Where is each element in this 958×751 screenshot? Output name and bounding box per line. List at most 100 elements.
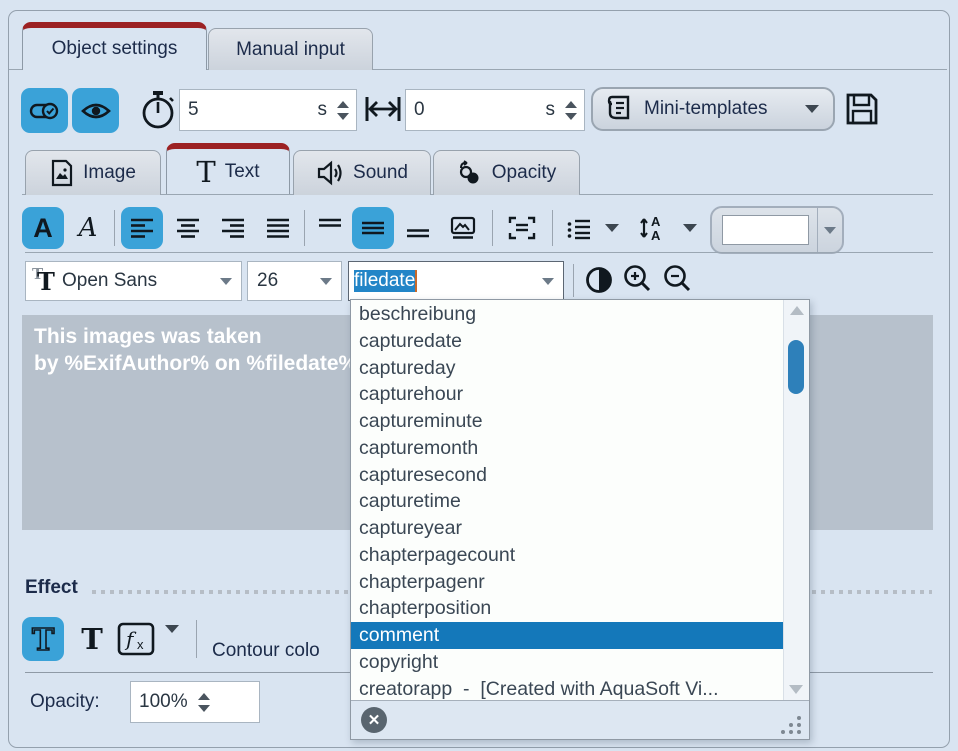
text-effect-fx-button[interactable]: f x [116,620,156,658]
valign-top-button[interactable] [310,207,350,249]
valign-bottom-button[interactable] [398,207,438,249]
font-size-combo[interactable]: 26 [247,261,342,301]
list-item[interactable]: capturehour [351,381,784,408]
bullet-list-caret-icon [605,224,619,232]
list-item[interactable]: chapterpagenr [351,569,784,596]
duration-unit: s [318,99,328,121]
tab-opacity-label: Opacity [492,162,556,184]
scroll-down-icon[interactable] [789,685,803,694]
font-family-caret-icon [220,278,232,285]
text-effect-outline-button[interactable]: T [22,617,64,661]
close-button[interactable]: ✕ [361,707,387,733]
color-picker-dropdown[interactable] [818,227,842,234]
align-right-button[interactable] [212,207,254,249]
list-item[interactable]: chapterpagecount [351,542,784,569]
enable-toggle-button[interactable] [21,88,68,133]
contrast-button[interactable] [584,264,614,296]
list-item[interactable]: capturemonth [351,435,784,462]
list-item[interactable]: captureday [351,355,784,382]
list-item[interactable]: creatorapp - [Created with AquaSoft Vi..… [351,676,784,701]
offset-spinner[interactable] [565,101,577,120]
tab-sound[interactable]: Sound [293,150,431,195]
bullet-list-button[interactable] [560,207,598,249]
font-icon: TT [32,267,58,295]
list-item-selected[interactable]: comment [351,622,784,649]
toolbar-separator [492,210,493,246]
align-center-button[interactable] [167,207,209,249]
opacity-value: 100% [131,691,188,713]
speaker-icon [316,160,344,186]
duration-input[interactable]: 5 s [179,89,357,131]
zoom-out-button[interactable] [661,263,695,297]
dropdown-footer: ✕ [351,700,809,739]
color-swatch[interactable] [722,215,809,245]
opacity-spinner[interactable] [198,693,210,712]
svg-text:T: T [32,623,55,656]
toolbar-separator [552,210,553,246]
zoom-in-button[interactable] [621,263,655,297]
toolbar-separator [304,210,305,246]
opacity-input[interactable]: 100% [130,681,260,723]
list-item[interactable]: capturedate [351,328,784,355]
fit-frame-icon [507,215,537,241]
valign-middle-button[interactable] [352,207,394,249]
tab-manual-input-label: Manual input [236,39,345,61]
italic-icon: A [79,213,98,243]
duration-value: 5 [180,99,199,121]
italic-button[interactable]: A [68,207,108,249]
line-spacing-button[interactable]: A A [632,207,674,249]
scroll-up-icon[interactable] [790,306,804,315]
tab-opacity[interactable]: Opacity [433,150,580,195]
align-center-icon [175,216,201,240]
valign-bottom-icon [405,216,431,240]
tab-image[interactable]: Image [25,150,161,195]
text-T-icon: T [196,155,215,189]
text-effect-dropdown[interactable] [165,633,179,651]
text-effect-plain-button[interactable]: T [72,618,112,660]
align-left-button[interactable] [121,207,163,249]
tab-text[interactable]: T Text [166,143,290,194]
save-button[interactable] [843,90,881,128]
bold-button[interactable]: A [22,207,64,249]
visibility-button[interactable] [72,88,119,133]
variable-caret-icon [542,278,554,285]
outline-T-icon: T [28,622,58,656]
variable-dropdown: beschreibung capturedate captureday capt… [350,299,810,740]
list-item[interactable]: capturesecond [351,462,784,489]
font-size-value: 26 [257,270,278,292]
tab-manual-input[interactable]: Manual input [208,28,373,70]
list-item[interactable]: copyright [351,649,784,676]
list-item[interactable]: captureminute [351,408,784,435]
mini-templates-caret-icon [805,105,819,113]
tab-object-settings-label: Object settings [52,38,178,60]
background-image-button[interactable] [441,207,485,249]
eye-icon [81,100,111,122]
scrollbar[interactable] [783,300,809,700]
picture-icon [449,215,477,241]
fit-text-button[interactable] [499,207,545,249]
list-item[interactable]: beschreibung [351,301,784,328]
list-item[interactable]: chapterposition [351,595,784,622]
resize-grip[interactable] [781,716,801,734]
align-right-icon [220,216,246,240]
list-item[interactable]: capturetime [351,488,784,515]
offset-input[interactable]: 0 s [405,89,585,131]
justify-button[interactable] [257,207,299,249]
fx-icon: f x [116,620,156,658]
scrollbar-thumb[interactable] [788,340,804,394]
template-scroll-icon [606,94,632,124]
tab-object-settings[interactable]: Object settings [22,22,207,70]
format-toolbar-baseline [25,252,933,253]
variable-combo[interactable]: filedate [348,261,564,301]
list-item[interactable]: captureyear [351,515,784,542]
font-color-picker[interactable] [710,206,844,254]
image-file-icon [50,159,74,187]
svg-text:A: A [651,228,661,242]
line-spacing-caret-icon [683,224,697,232]
bullet-list-dropdown[interactable] [598,207,626,249]
line-spacing-dropdown[interactable] [676,207,704,249]
font-family-combo[interactable]: TT Open Sans [25,261,242,301]
mini-templates-button[interactable]: Mini-templates [591,87,835,131]
offset-value: 0 [406,99,425,121]
duration-spinner[interactable] [337,101,349,120]
